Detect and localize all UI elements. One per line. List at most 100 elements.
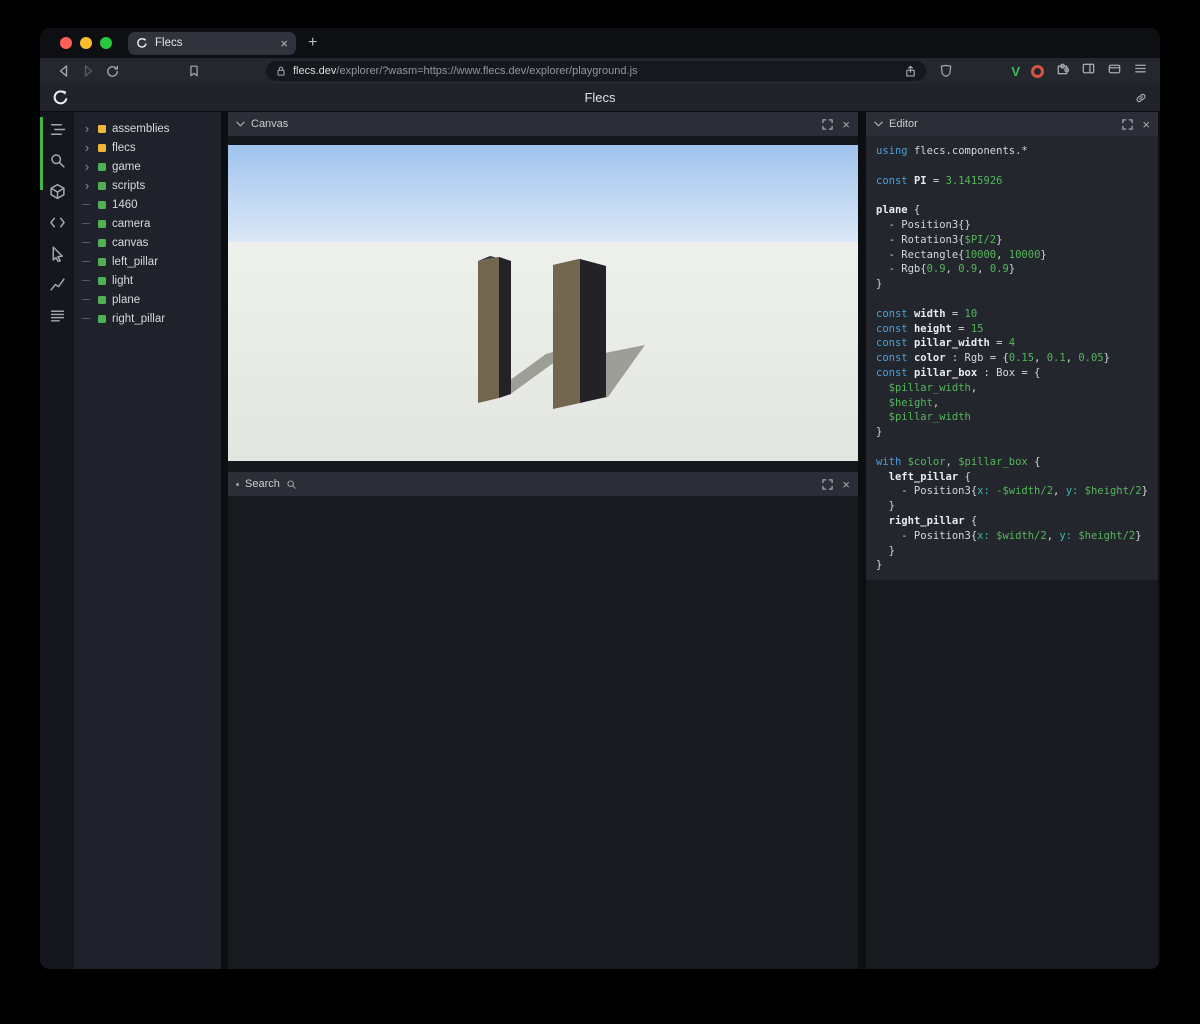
tree-item-canvas[interactable]: canvas [74,233,221,252]
tree-item-1460[interactable]: 1460 [74,195,221,214]
vpn-extension-icon[interactable]: V [1011,64,1020,79]
search-panel-header: Search × [228,472,858,496]
expand-arrow-icon[interactable]: › [82,179,92,192]
active-view-accent [40,117,43,190]
new-tab-button[interactable]: + [308,35,317,51]
entity-label: 1460 [112,198,138,211]
view-iconbar [40,112,74,969]
close-panel-icon[interactable]: × [1142,118,1150,131]
collapse-chevron-icon[interactable] [874,121,883,127]
inspector-cursor-icon[interactable] [49,245,66,267]
tree-item-game[interactable]: › game [74,157,221,176]
close-panel-icon[interactable]: × [842,478,850,491]
brave-shield-icon[interactable] [934,61,958,81]
search-panel-body [228,496,858,969]
entity-color-square [98,257,106,266]
entity-tree: › assemblies › flecs › game › scripts 1460 camera… [74,112,221,969]
window-controls [60,37,112,49]
bookmark-icon[interactable] [182,61,206,81]
entity-color-square [98,314,106,323]
tree-guide-line [82,242,92,243]
back-button[interactable] [52,61,76,81]
entity-color-square [98,162,106,171]
tree-item-plane[interactable]: plane [74,290,221,309]
code-line: $pillar_width [888,411,971,424]
tree-item-light[interactable]: light [74,271,221,290]
tree-guide-line [82,299,92,300]
3d-viewport[interactable] [228,145,858,461]
code-line: const color : Rgb = {0.15, 0.1, 0.05} [876,352,1110,365]
collapse-chevron-icon[interactable] [236,121,245,127]
forward-button[interactable] [76,61,100,81]
tree-view-icon[interactable] [49,121,66,143]
expand-panel-icon[interactable] [822,478,834,490]
entity-label: left_pillar [112,255,159,268]
entities-cube-icon[interactable] [49,183,66,205]
code-line: using flecs.components.* [876,145,1028,157]
entity-color-square [98,124,106,133]
extensions-puzzle-icon[interactable] [1055,61,1070,81]
editor-code[interactable]: using flecs.components.* const PI = 3.14… [866,136,1158,580]
code-line: $height, [888,396,940,409]
tree-guide-line [82,280,92,281]
browser-tab[interactable]: Flecs × [128,31,296,55]
code-view-icon[interactable] [49,214,66,236]
entity-label: flecs [112,141,136,154]
tree-item-right_pillar[interactable]: right_pillar [74,309,221,328]
code-line: } [876,278,883,291]
code-line: const pillar_width = 4 [876,337,1016,350]
app-header: Flecs [40,84,1160,112]
code-line: - Rgb{0.9, 0.9, 0.9} [876,263,1016,276]
expand-arrow-icon[interactable]: › [82,141,92,154]
editor-lower-area [866,580,1158,969]
flecs-logo-icon [53,90,68,105]
wallet-icon[interactable] [1107,61,1122,81]
close-panel-icon[interactable]: × [842,118,850,131]
stats-chart-icon[interactable] [49,276,66,298]
entity-color-square [98,219,106,228]
zoom-window-button[interactable] [100,37,112,49]
expand-panel-icon[interactable] [822,118,834,130]
menu-hamburger-icon[interactable] [1133,61,1148,81]
search-view-icon[interactable] [49,152,66,174]
permalink-icon[interactable] [1134,91,1148,105]
tab-title: Flecs [155,37,183,49]
metrics-rows-icon[interactable] [49,307,66,329]
tree-item-camera[interactable]: camera [74,214,221,233]
entity-label: scripts [112,179,146,192]
extension-icon[interactable] [1031,64,1044,78]
tree-item-flecs[interactable]: › flecs [74,138,221,157]
share-icon[interactable] [904,65,917,78]
code-line: } [876,544,895,557]
tree-item-left_pillar[interactable]: left_pillar [74,252,221,271]
code-line: plane { [876,204,921,217]
code-line: - Position3{x: $width/2, y: $height/2} [876,529,1142,542]
editor-panel-header: Editor × [866,112,1158,136]
code-line: - Position3{x: -$width/2, y: $height/2} [876,485,1148,498]
tree-guide-line [82,318,92,319]
entity-label: camera [112,217,151,230]
tree-item-scripts[interactable]: › scripts [74,176,221,195]
expand-arrow-icon[interactable]: › [82,122,92,135]
lock-icon [277,66,285,76]
url-bar[interactable]: flecs.dev/explorer/?wasm=https://www.fle… [266,61,926,81]
minimize-window-button[interactable] [80,37,92,49]
tab-strip: Flecs × + [40,28,1160,58]
expand-arrow-icon[interactable]: › [82,160,92,173]
code-line: const width = 10 [876,307,978,320]
entity-label: plane [112,293,141,306]
tree-guide-line [82,261,92,262]
sidebar-toggle-icon[interactable] [1081,61,1096,81]
expand-panel-icon[interactable] [1122,118,1134,130]
code-line: const pillar_box : Box = { [876,366,1041,379]
entity-color-square [98,276,106,285]
close-window-button[interactable] [60,37,72,49]
search-panel-bullet-icon[interactable] [236,482,239,486]
tree-item-assemblies[interactable]: › assemblies [74,119,221,138]
navigation-bar: flecs.dev/explorer/?wasm=https://www.fle… [40,58,1160,84]
reload-button[interactable] [100,61,124,81]
tree-guide-line [82,204,92,205]
tab-close-icon[interactable]: × [280,37,288,50]
